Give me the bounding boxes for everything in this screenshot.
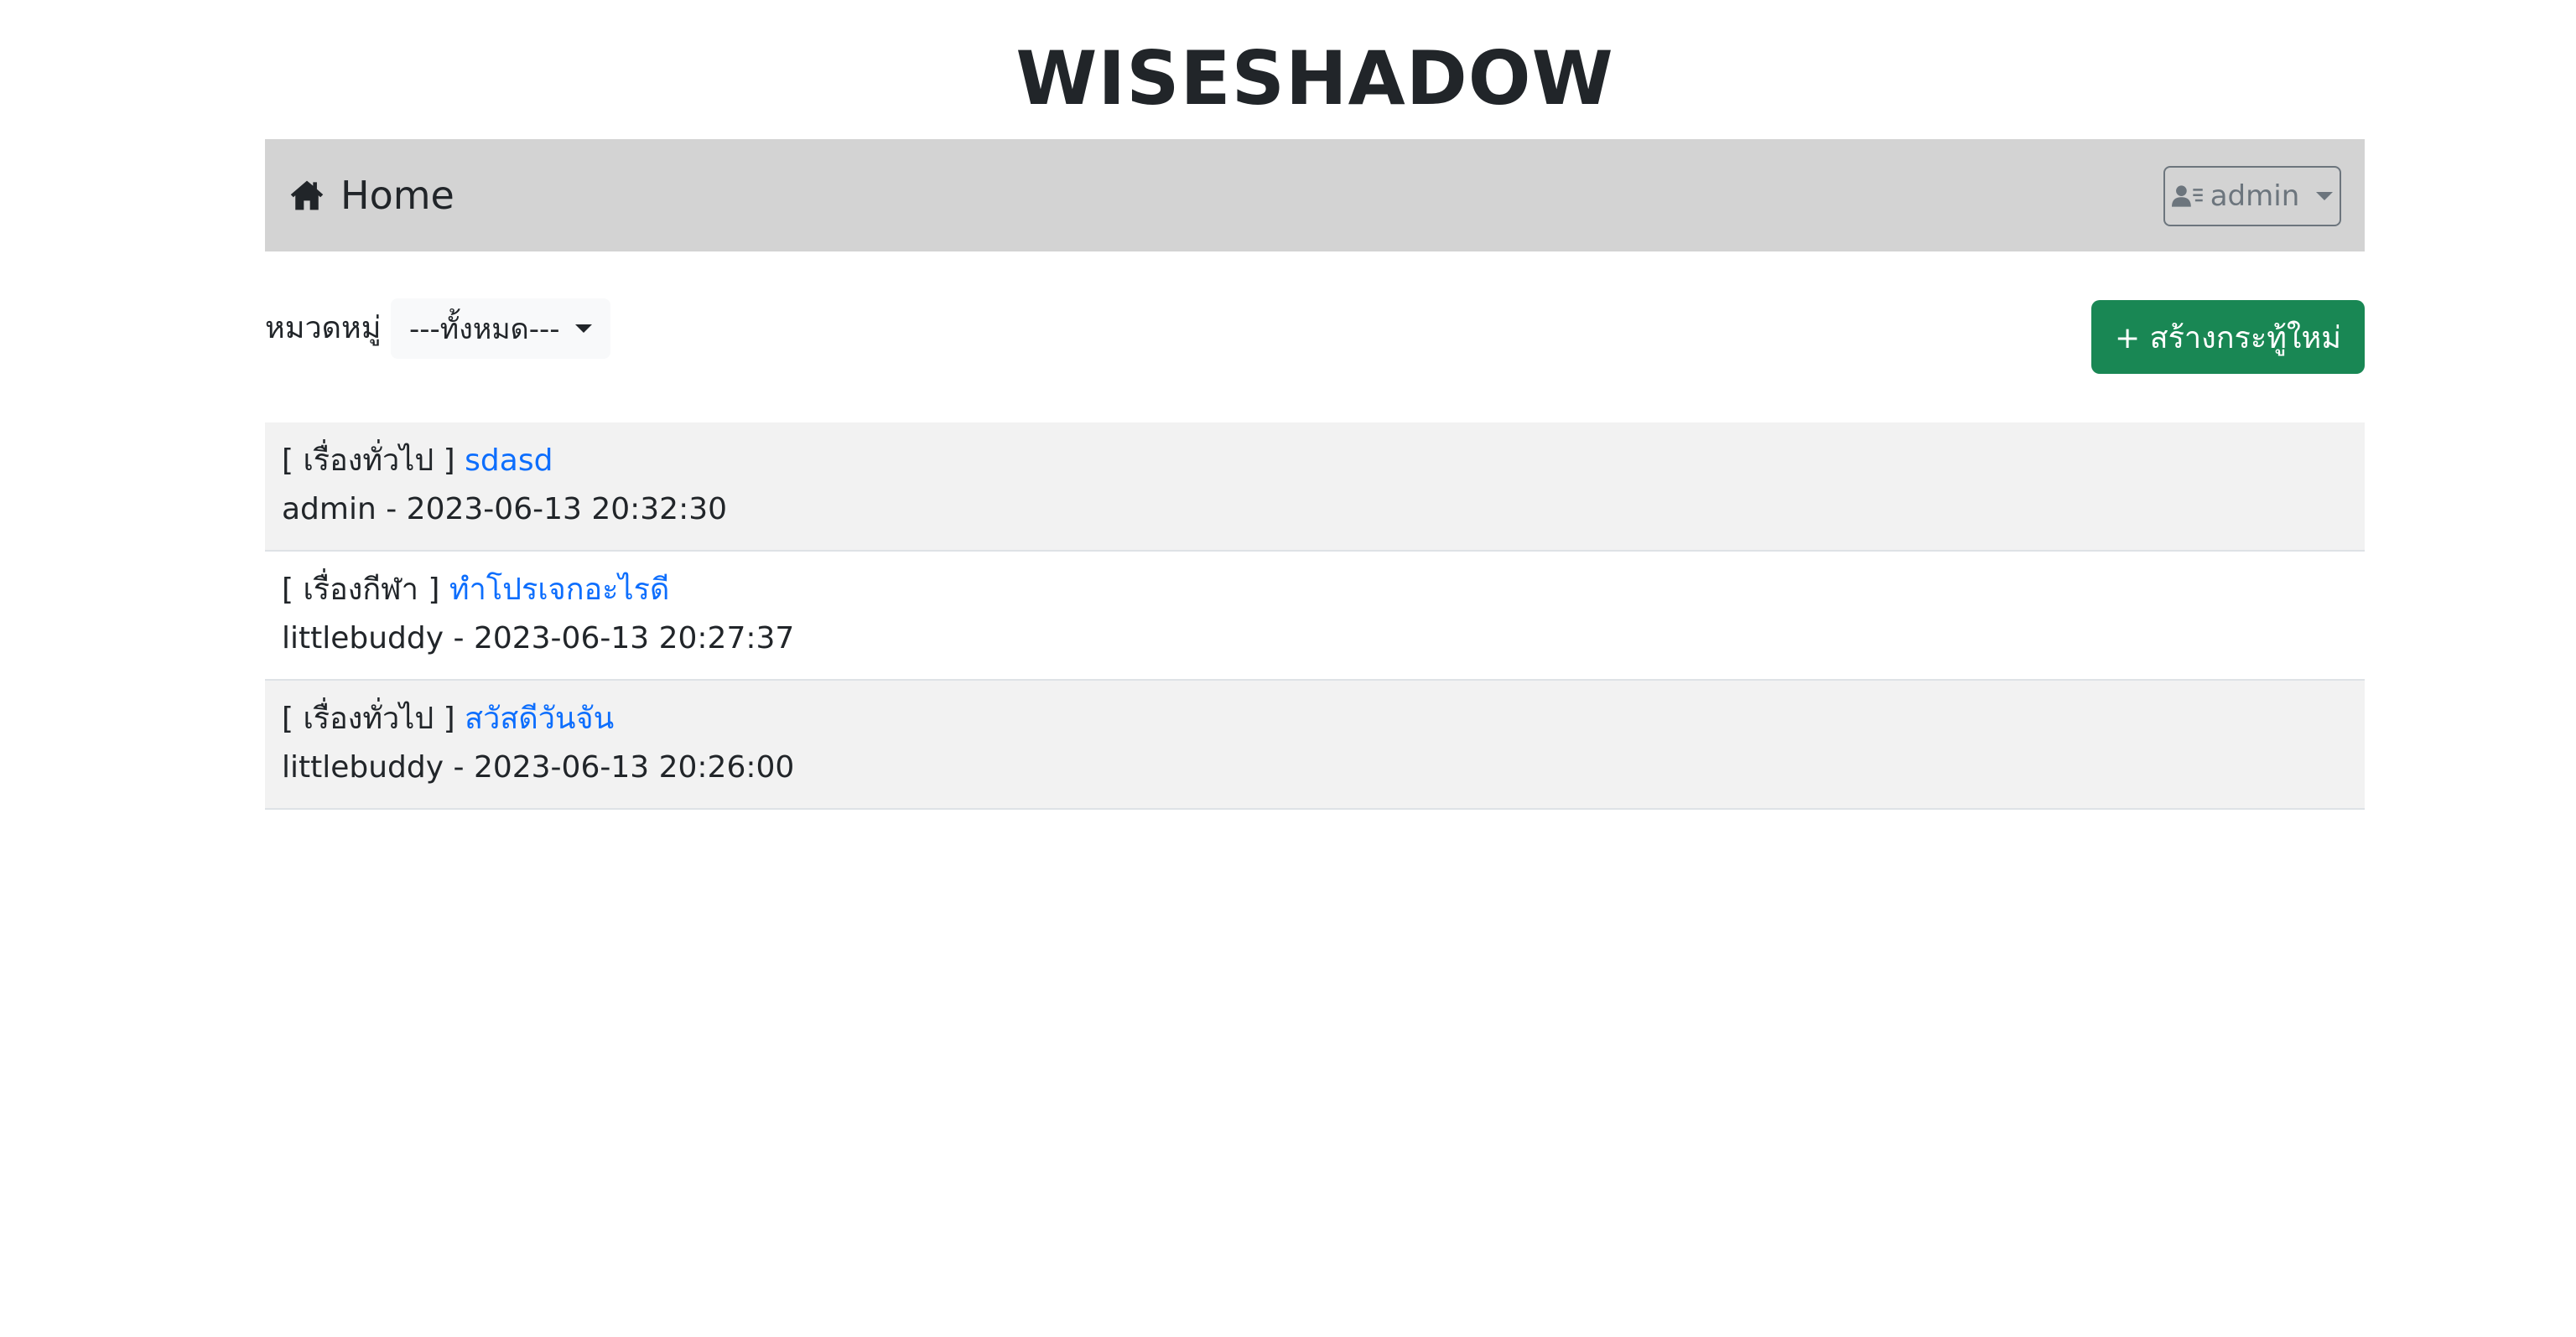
- house-icon: [288, 177, 325, 214]
- create-topic-button[interactable]: + สร้างกระทู้ใหม่: [2091, 300, 2365, 374]
- post-title-link[interactable]: ทำโปรเจกอะไรดี: [449, 573, 669, 607]
- list-item: [ เรื่องทั่วไป ] sdasd admin - 2023-06-1…: [265, 422, 2365, 552]
- category-filter-label: หมวดหมู่: [265, 311, 382, 345]
- post-meta: littlebuddy - 2023-06-13 20:27:37: [282, 621, 795, 656]
- home-link[interactable]: Home: [288, 164, 454, 226]
- category-select-value: ---ทั้งหมด---: [409, 313, 560, 346]
- home-label: Home: [340, 173, 454, 218]
- chevron-down-icon: [2316, 192, 2334, 200]
- post-title-link[interactable]: sdasd: [465, 443, 553, 478]
- chevron-down-icon: [574, 324, 592, 333]
- post-heading: [ เรื่องทั่วไป ] sdasd: [282, 439, 553, 483]
- post-title-link[interactable]: สวัสดีวันจัน: [465, 702, 614, 736]
- post-meta: littlebuddy - 2023-06-13 20:26:00: [282, 750, 795, 785]
- post-heading: [ เรื่องกีฬา ] ทำโปรเจกอะไรดี: [282, 568, 669, 612]
- category-select[interactable]: ---ทั้งหมด---: [391, 298, 610, 359]
- post-category: [ เรื่องกีฬา ]: [282, 573, 440, 607]
- user-menu-label: admin: [2210, 179, 2300, 213]
- site-title: WISESHADOW: [1015, 35, 1614, 122]
- user-list-icon: [2171, 183, 2204, 210]
- list-item: [ เรื่องทั่วไป ] สวัสดีวันจัน littlebudd…: [265, 681, 2365, 810]
- list-item: [ เรื่องกีฬา ] ทำโปรเจกอะไรดี littlebudd…: [265, 552, 2365, 681]
- post-list: [ เรื่องทั่วไป ] sdasd admin - 2023-06-1…: [265, 422, 2365, 810]
- post-category: [ เรื่องทั่วไป ]: [282, 702, 455, 736]
- user-menu-button[interactable]: admin: [2163, 166, 2341, 226]
- post-heading: [ เรื่องทั่วไป ] สวัสดีวันจัน: [282, 697, 614, 741]
- post-meta: admin - 2023-06-13 20:32:30: [282, 492, 728, 526]
- post-category: [ เรื่องทั่วไป ]: [282, 443, 455, 478]
- navbar: Home admin: [265, 139, 2365, 251]
